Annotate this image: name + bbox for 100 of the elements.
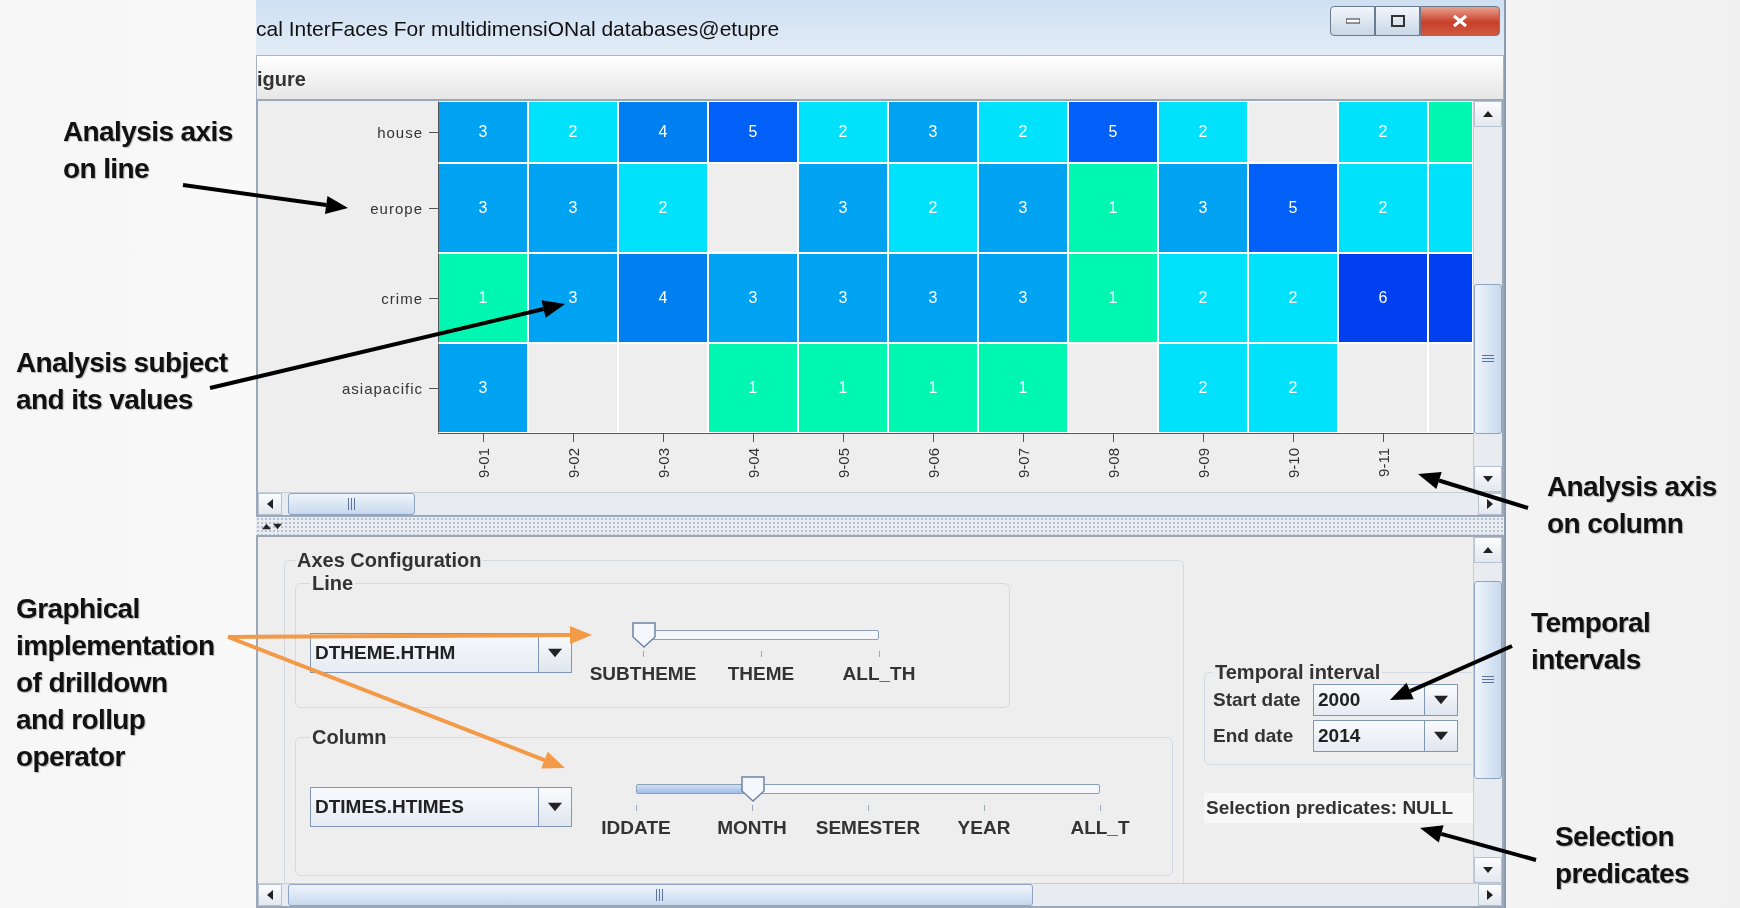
cell-value: 2 [838,123,848,142]
level-label: YEAR [957,817,1011,839]
column-label: 9-01 [474,448,492,479]
down-arrow-icon [1483,865,1493,875]
scroll-thumb[interactable] [1474,283,1502,434]
scrollbar[interactable] [258,492,1502,516]
scrollbar[interactable] [1473,537,1502,883]
cell-value: 1 [1018,379,1028,398]
scroll-thumb[interactable] [1474,581,1502,779]
cell-value: 2 [1288,379,1298,398]
cell-value: 1 [1108,199,1118,218]
scroll-down-button[interactable] [1474,857,1502,883]
cell-value: 3 [838,199,848,218]
row-label: house [377,123,423,141]
level-label: ALL_T [1070,817,1130,839]
collapse-down-icon [273,521,282,531]
minimize-icon [1345,18,1360,24]
cell-value: 3 [928,289,938,308]
scroll-up-button[interactable] [1474,101,1502,128]
cell-value: 3 [568,199,578,218]
cell-value: 3 [568,289,578,308]
group-title: Line [311,572,355,595]
left-arrow-icon [265,499,275,510]
dropdown-arrow-icon [548,646,562,660]
grip-icon [1482,675,1494,684]
cell-value: 2 [1198,379,1208,398]
field-label: Start date [1213,689,1302,711]
cell-value: 1 [1108,289,1118,308]
scroll-left-button[interactable] [258,493,282,516]
menu-item[interactable]: igure [257,64,306,92]
cell-value: 3 [478,123,488,142]
column-label: 9-05 [834,448,852,479]
annotation: Graphical implementation of drilldown and rollup operator [16,592,215,774]
dropdown[interactable]: 2000 [1313,684,1458,716]
scroll-left-button[interactable] [258,884,282,906]
cell-value: 1 [478,289,488,308]
column-label: 9-06 [924,448,942,479]
scrollbar[interactable] [258,883,1502,906]
cell-value: 2 [1288,289,1298,308]
annotation: Analysis subject and its values [16,346,228,417]
grip-icon [347,498,356,511]
annotation: Analysis axis on column [1547,470,1717,541]
cell-value: 2 [1018,123,1028,142]
annotation: Analysis axis on line [63,115,233,186]
cell-value: 5 [1108,123,1118,142]
cell-value: 1 [748,379,758,398]
grip-icon [1482,354,1494,363]
cell-value: 3 [1018,289,1028,308]
cell-value: 2 [568,123,578,142]
cell-value: 1 [928,379,938,398]
up-arrow-icon [1483,109,1493,120]
cell-value: 3 [1018,199,1028,218]
scroll-right-button[interactable] [1478,884,1502,906]
scroll-thumb[interactable] [288,493,416,516]
cell-value: 2 [1378,199,1388,218]
maximize-button[interactable] [1375,6,1420,36]
slider-thumb[interactable] [631,621,657,649]
group-title: Temporal interval [1214,661,1382,684]
cell-value: 2 [1378,123,1388,142]
group-title: Axes Configuration [296,549,483,572]
cell-value: 5 [1288,199,1298,218]
dropdown-arrow-icon [1434,729,1448,743]
maximize-icon [1390,15,1405,27]
left-arrow-icon [265,890,275,900]
scrollbar[interactable] [1473,101,1502,493]
right-arrow-icon [1485,499,1495,510]
cell-value: 5 [748,123,758,142]
close-icon [1452,14,1468,28]
annotation: Selection predicates [1555,820,1690,891]
cell-value: 4 [658,289,668,308]
level-label: THEME [727,663,795,685]
dropdown[interactable]: DTIMES.HTIMES [310,787,572,827]
row-label: crime [381,289,423,307]
collapse-up-icon [262,521,271,531]
column-label: 9-07 [1014,448,1032,479]
slider-thumb[interactable] [739,775,766,803]
column-label: 9-09 [1194,448,1212,479]
scroll-thumb[interactable] [288,884,1033,906]
annotation: Temporal intervals [1531,606,1651,677]
level-label: SUBTHEME [589,663,697,685]
scroll-up-button[interactable] [1474,537,1502,563]
right-arrow-icon [1485,890,1495,900]
cell-value: 1 [838,379,848,398]
group-title: Column [311,726,388,749]
dropdown[interactable]: 2014 [1313,720,1458,752]
selection-predicates: Selection predicates: NULL [1204,793,1473,823]
cell-value: 4 [658,123,668,142]
cell-value: 3 [1198,199,1208,218]
minimize-button[interactable] [1330,6,1375,36]
level-label: SEMESTER [815,817,921,839]
level-label: ALL_TH [842,663,916,685]
close-button[interactable] [1420,6,1500,36]
dropdown-arrow-icon [1434,693,1448,707]
cell-value: 3 [478,199,488,218]
row-label: asiapacific [341,379,423,397]
cell-value: 2 [1198,289,1208,308]
cell-value: 3 [928,123,938,142]
column-label: 9-04 [744,448,762,479]
up-arrow-icon [1483,545,1493,555]
scroll-down-button[interactable] [1474,466,1502,493]
